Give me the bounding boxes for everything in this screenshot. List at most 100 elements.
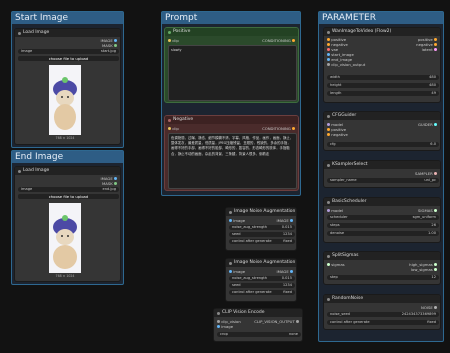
collapse-dot-icon[interactable] bbox=[327, 30, 330, 34]
node-header[interactable]: WanImageToVideo (Flow2) bbox=[324, 28, 440, 36]
node-title: Positive bbox=[173, 29, 191, 34]
positive-text[interactable]: slowly bbox=[168, 45, 297, 101]
cat-photo-icon bbox=[49, 65, 81, 135]
denoise-widget[interactable]: denoise 1.00 bbox=[327, 231, 439, 236]
input-image[interactable]: image bbox=[229, 269, 245, 274]
input-clip[interactable]: clip bbox=[168, 38, 179, 43]
image-select[interactable]: image start.jpg bbox=[18, 49, 119, 54]
collapse-dot-icon[interactable] bbox=[327, 200, 330, 204]
collapse-dot-icon[interactable] bbox=[327, 297, 330, 301]
collapse-dot-icon[interactable] bbox=[327, 114, 330, 118]
random-noise-node[interactable]: RandomNoise NOISE noise_seed 242434373369… bbox=[323, 294, 441, 330]
group-title-end: End Image bbox=[12, 151, 123, 163]
collapse-dot-icon[interactable] bbox=[229, 210, 232, 214]
steps-widget[interactable]: steps 26 bbox=[327, 223, 439, 228]
wan-image-to-video-node[interactable]: WanImageToVideo (Flow2) positive negativ… bbox=[323, 27, 441, 103]
output-mask[interactable]: MASK bbox=[102, 43, 117, 48]
sampler-name-widget[interactable]: sampler_name uni_pc bbox=[327, 178, 439, 183]
node-title: CLIP Vision Encode bbox=[222, 310, 265, 315]
input-image[interactable]: image bbox=[217, 324, 233, 329]
node-header[interactable]: CLIP Vision Encode bbox=[214, 309, 302, 317]
output-noise[interactable]: NOISE bbox=[421, 305, 437, 310]
output-image[interactable]: IMAGE bbox=[277, 218, 293, 223]
node-header[interactable]: Load Image bbox=[15, 167, 120, 175]
noise-aug-strength-widget[interactable]: noise_aug_strength 0.015 bbox=[229, 225, 295, 230]
collapse-dot-icon[interactable] bbox=[327, 254, 330, 258]
collapse-dot-icon[interactable] bbox=[168, 30, 171, 34]
control-after-generate-widget[interactable]: control after generate fixed bbox=[229, 239, 295, 244]
cat-photo-icon bbox=[49, 203, 81, 273]
cfg-guider-node[interactable]: CFGGuider model positive negative GUIDER… bbox=[323, 111, 441, 151]
node-title: SplitSigmas bbox=[332, 253, 359, 258]
collapse-dot-icon[interactable] bbox=[18, 31, 21, 35]
image-select[interactable]: image end.jpg bbox=[18, 187, 119, 192]
scheduler-widget[interactable]: scheduler sgm_uniform bbox=[327, 215, 439, 220]
load-image-end-node[interactable]: Load Image IMAGE MASK image end.jpg choos… bbox=[14, 166, 121, 282]
output-conditioning[interactable]: CONDITIONING bbox=[262, 38, 295, 43]
negative-prompt-node[interactable]: Negative clip CONDITIONING 色调艳丽，过曝，静态，细节… bbox=[164, 115, 299, 191]
node-header[interactable]: BasicScheduler bbox=[324, 198, 440, 206]
output-guider[interactable]: GUIDER bbox=[418, 122, 437, 127]
positive-prompt-node[interactable]: Positive clip CONDITIONING slowly bbox=[164, 27, 299, 103]
width-widget[interactable]: width 480 bbox=[327, 75, 439, 80]
node-title: Load Image bbox=[23, 168, 50, 173]
input-model[interactable]: model bbox=[327, 208, 343, 213]
collapse-dot-icon[interactable] bbox=[217, 311, 220, 315]
input-image[interactable]: image bbox=[229, 218, 245, 223]
output-low-sigmas[interactable]: low_sigmas bbox=[411, 267, 437, 272]
node-header[interactable]: Image Noise Augmentation bbox=[226, 259, 296, 267]
node-title: CFGGuider bbox=[332, 113, 357, 118]
node-header[interactable]: Load Image bbox=[15, 29, 120, 37]
step-widget[interactable]: step 12 bbox=[327, 275, 439, 280]
node-header[interactable]: Negative bbox=[165, 116, 298, 124]
input-sigmas[interactable]: sigmas bbox=[327, 262, 345, 267]
group-title-start: Start Image bbox=[12, 12, 123, 24]
seed-widget[interactable]: seed 1234 bbox=[229, 232, 295, 237]
noise-aug-strength-widget[interactable]: noise_aug_strength 0.015 bbox=[229, 276, 295, 281]
load-image-start-node[interactable]: Load Image IMAGE MASK image start.jpg cho… bbox=[14, 28, 121, 145]
output-mask[interactable]: MASK bbox=[102, 181, 117, 186]
collapse-dot-icon[interactable] bbox=[18, 169, 21, 173]
seed-widget[interactable]: seed 1234 bbox=[229, 283, 295, 288]
input-clip[interactable]: clip bbox=[168, 126, 179, 131]
input-negative[interactable]: negative bbox=[327, 132, 348, 137]
input-clip-vision-output[interactable]: clip_vision_output bbox=[327, 62, 365, 67]
crop-widget[interactable]: crop none bbox=[217, 332, 301, 337]
ksampler-select-node[interactable]: KSamplerSelect SAMPLER sampler_name uni_p… bbox=[323, 160, 441, 188]
negative-text[interactable]: 色调艳丽，过曝，静态，细节模糊不清，字幕，风格，作品，画作，画面，静止，整体发灰… bbox=[168, 133, 297, 189]
node-header[interactable]: RandomNoise bbox=[324, 295, 440, 303]
output-sampler[interactable]: SAMPLER bbox=[415, 171, 437, 176]
split-sigmas-node[interactable]: SplitSigmas sigmas high_sigmas low_sigma… bbox=[323, 251, 441, 285]
collapse-dot-icon[interactable] bbox=[168, 118, 171, 122]
node-header[interactable]: KSamplerSelect bbox=[324, 161, 440, 169]
output-image[interactable]: IMAGE bbox=[277, 269, 293, 274]
output-clip-vision-output[interactable]: CLIP_VISION_OUTPUT bbox=[254, 319, 299, 324]
image-noise-augmentation-node-2[interactable]: Image Noise Augmentation image IMAGE noi… bbox=[225, 258, 297, 302]
node-title: Image Noise Augmentation bbox=[234, 209, 296, 214]
length-widget[interactable]: length 49 bbox=[327, 91, 439, 96]
control-after-generate-widget[interactable]: control after generate fixed bbox=[327, 320, 439, 325]
node-header[interactable]: Positive bbox=[165, 28, 298, 36]
image-preview-cat bbox=[49, 65, 81, 135]
node-title: RandomNoise bbox=[332, 296, 364, 301]
node-header[interactable]: SplitSigmas bbox=[324, 252, 440, 260]
image-noise-augmentation-node-1[interactable]: Image Noise Augmentation image IMAGE noi… bbox=[225, 207, 297, 251]
node-header[interactable]: CFGGuider bbox=[324, 112, 440, 120]
clip-vision-encode-node[interactable]: CLIP Vision Encode clip_vision image CLI… bbox=[213, 308, 303, 342]
node-header[interactable]: Image Noise Augmentation bbox=[226, 208, 296, 216]
node-title: KSamplerSelect bbox=[332, 162, 368, 167]
noise-seed-widget[interactable]: noise_seed 242434373369899 bbox=[327, 312, 439, 317]
cfg-widget[interactable]: cfg 6.0 bbox=[327, 142, 439, 147]
output-conditioning[interactable]: CONDITIONING bbox=[262, 126, 295, 131]
height-widget[interactable]: height 480 bbox=[327, 83, 439, 88]
collapse-dot-icon[interactable] bbox=[229, 261, 232, 265]
image-size-caption: 768 × 1024 bbox=[55, 274, 75, 278]
output-sigmas[interactable]: SIGMAS bbox=[418, 208, 437, 213]
node-title: Negative bbox=[173, 117, 194, 122]
upload-button[interactable]: choose file to upload bbox=[18, 56, 119, 61]
output-latent[interactable]: latent bbox=[422, 47, 437, 52]
collapse-dot-icon[interactable] bbox=[327, 163, 330, 167]
upload-button[interactable]: choose file to upload bbox=[18, 194, 119, 199]
control-after-generate-widget[interactable]: control after generate fixed bbox=[229, 290, 295, 295]
basic-scheduler-node[interactable]: BasicScheduler model SIGMAS scheduler sgm… bbox=[323, 197, 441, 243]
